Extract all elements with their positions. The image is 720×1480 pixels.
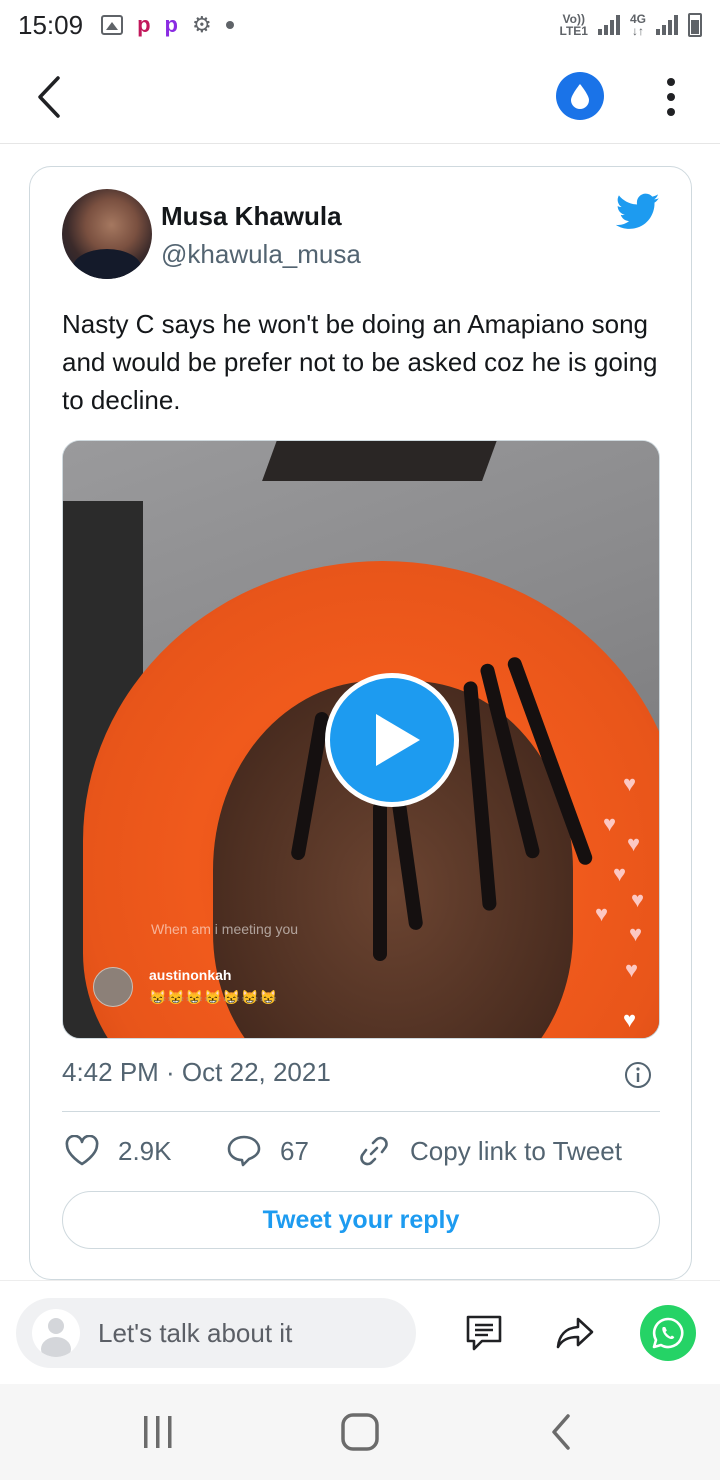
system-icons: Vo)) LTE1 4G ↓↑: [560, 13, 702, 37]
comments-icon[interactable]: [462, 1311, 506, 1355]
tweet-video[interactable]: When am i meeting you austinonkah 😸😸😸😸😸😸…: [62, 440, 660, 1039]
copy-link-button[interactable]: Copy link to Tweet: [356, 1131, 622, 1171]
heart-icon: ♥: [631, 887, 645, 912]
water-drop-button[interactable]: [556, 72, 604, 120]
app-p-icon: p: [164, 12, 178, 37]
tweet-timestamp[interactable]: 4:42 PM · Oct 22, 2021: [62, 1057, 331, 1088]
heart-icon: ♥: [595, 901, 609, 926]
live-comment-emojis: 😸😸😸😸😸😸😸: [149, 989, 279, 1005]
tweet-text: Nasty C says he won't be doing an Amapia…: [62, 309, 658, 415]
tweet-actions: 2.9K 67 Copy link to Tweet: [62, 1131, 662, 1171]
heart-icon: ♥: [623, 1007, 637, 1032]
dot-icon: [667, 78, 675, 86]
home-button[interactable]: [340, 1412, 380, 1452]
signal-icon: [597, 15, 620, 35]
status-time: 15:09: [18, 9, 84, 40]
play-icon: [376, 714, 420, 766]
copy-link-label: Copy link to Tweet: [410, 1135, 622, 1166]
like-count: 2.9K: [118, 1135, 172, 1166]
back-button[interactable]: [30, 72, 70, 122]
signal-icon: [656, 15, 678, 35]
author-avatar[interactable]: [62, 189, 152, 279]
video-dreadlock: [373, 801, 387, 961]
system-nav-bar: [0, 1384, 720, 1480]
back-arrow-icon: [552, 1414, 570, 1450]
recent-apps-icon: [144, 1416, 172, 1448]
info-icon[interactable]: [624, 1061, 652, 1089]
live-comment-avatar: [93, 967, 133, 1007]
home-icon: [341, 1413, 379, 1451]
more-options-button[interactable]: [656, 74, 686, 120]
heart-icon: ♥: [613, 861, 627, 886]
heart-icon: ♥: [627, 831, 641, 856]
heart-icon: ♥: [629, 921, 643, 946]
network-label-2: 4G ↓↑: [629, 12, 646, 38]
whatsapp-icon: [652, 1317, 684, 1349]
live-comment-text: When am i meeting you: [151, 921, 299, 937]
battery-icon: [688, 13, 702, 37]
gear-icon: ⚙: [191, 12, 212, 37]
whatsapp-share-button[interactable]: [640, 1305, 696, 1361]
tweet-reply-button[interactable]: Tweet your reply: [62, 1191, 660, 1249]
comment-input[interactable]: Let's talk about it: [16, 1298, 416, 1368]
app-p-icon: p: [137, 12, 151, 37]
comment-bubble-icon: [227, 1135, 261, 1167]
back-nav-button[interactable]: [542, 1412, 582, 1452]
heart-icon: ♥: [623, 771, 637, 796]
reply-count-button[interactable]: 67: [226, 1131, 309, 1171]
heart-outline-icon: [65, 1135, 99, 1166]
notification-icons: p p ⚙: [101, 12, 234, 38]
embedded-tweet: Musa Khawula @khawula_musa Nasty C says …: [29, 166, 692, 1280]
water-drop-icon: [571, 84, 589, 109]
chevron-left-icon: [38, 76, 60, 118]
divider: [62, 1111, 660, 1112]
reply-count: 67: [280, 1135, 309, 1166]
dot-icon: [667, 108, 675, 116]
gallery-icon: [101, 15, 124, 35]
recent-apps-button[interactable]: [138, 1412, 178, 1452]
user-avatar-icon: [32, 1309, 80, 1357]
network-label-1: Vo)) LTE1: [559, 12, 588, 38]
app-header: [0, 50, 720, 144]
like-button[interactable]: 2.9K: [64, 1131, 172, 1171]
dot-icon: [667, 93, 675, 101]
heart-icon: ♥: [625, 957, 639, 982]
comment-bar: Let's talk about it: [0, 1280, 720, 1384]
link-icon: [360, 1136, 388, 1166]
dot-icon: [225, 21, 234, 29]
video-ceiling-beam: [262, 441, 504, 481]
heart-icon: ♥: [603, 811, 617, 836]
play-button[interactable]: [325, 673, 459, 807]
author-handle[interactable]: @khawula_musa: [161, 239, 361, 270]
twitter-bird-icon[interactable]: [616, 193, 660, 231]
author-name[interactable]: Musa Khawula: [161, 201, 342, 232]
live-comment-username: austinonkah: [149, 967, 232, 983]
share-icon[interactable]: [554, 1311, 598, 1355]
comment-placeholder: Let's talk about it: [98, 1317, 293, 1348]
status-bar: 15:09 p p ⚙ Vo)) LTE1 4G ↓↑: [0, 0, 720, 50]
live-hearts: ♥ ♥ ♥ ♥ ♥ ♥ ♥ ♥ ♥: [583, 771, 653, 1038]
